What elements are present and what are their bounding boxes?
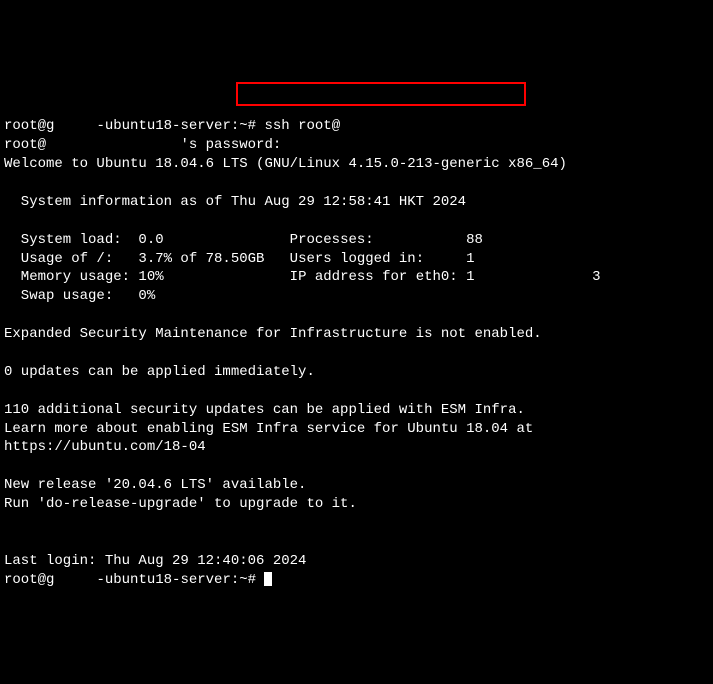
- redacted-host: xxxxxxxxxxxxxxxx: [46, 137, 180, 153]
- redacted-text: xxxxx: [54, 118, 96, 134]
- ssh-command-highlight: [236, 82, 526, 106]
- last-login: Last login: Thu Aug 29 12:40:06 2024: [4, 553, 306, 569]
- ip-value: 1: [466, 269, 474, 285]
- redacted-ip: xxxxxxxxxxxxxxxx: [340, 118, 474, 134]
- processes-value: 88: [466, 232, 483, 248]
- swap-value: 0%: [138, 288, 155, 304]
- prompt-user: root@g: [4, 118, 54, 134]
- ssh-command: ssh root@: [256, 118, 340, 134]
- security-line1: 110 additional security updates can be a…: [4, 402, 525, 418]
- memory-label: Memory usage:: [4, 269, 138, 285]
- redacted-ip-value: xxxxxxxxxxxxxx: [475, 269, 593, 285]
- sysload-label: System load:: [4, 232, 138, 248]
- users-label: Users logged in:: [290, 251, 466, 267]
- release-line1: New release '20.04.6 LTS' available.: [4, 477, 306, 493]
- updates-line: 0 updates can be applied immediately.: [4, 364, 315, 380]
- cursor: [264, 572, 272, 586]
- processes-label: Processes:: [290, 232, 466, 248]
- sysload-value: 0.0: [138, 232, 163, 248]
- ip-label: IP address for eth0:: [290, 269, 466, 285]
- usage-value: 3.7% of 78.50GB: [138, 251, 264, 267]
- security-line2: Learn more about enabling ESM Infra serv…: [4, 421, 533, 437]
- prompt-host: -ubuntu18-server:~#: [96, 118, 256, 134]
- usage-label: Usage of /:: [4, 251, 138, 267]
- esm-line: Expanded Security Maintenance for Infras…: [4, 326, 542, 342]
- terminal-output[interactable]: root@gxxxxx-ubuntu18-server:~# ssh root@…: [4, 80, 709, 590]
- prompt2-host: -ubuntu18-server:~#: [96, 572, 256, 588]
- prompt2-user: root@g: [4, 572, 54, 588]
- memory-value: 10%: [138, 269, 163, 285]
- password-prompt-suffix: 's password:: [180, 137, 281, 153]
- redacted-text2: xxxxx: [54, 572, 96, 588]
- welcome-line: Welcome to Ubuntu 18.04.6 LTS (GNU/Linux…: [4, 156, 567, 172]
- users-value: 1: [466, 251, 474, 267]
- password-prompt-prefix: root@: [4, 137, 46, 153]
- sysinfo-header: System information as of Thu Aug 29 12:5…: [4, 194, 466, 210]
- swap-label: Swap usage:: [4, 288, 138, 304]
- release-line2: Run 'do-release-upgrade' to upgrade to i…: [4, 496, 357, 512]
- security-url: https://ubuntu.com/18-04: [4, 439, 206, 455]
